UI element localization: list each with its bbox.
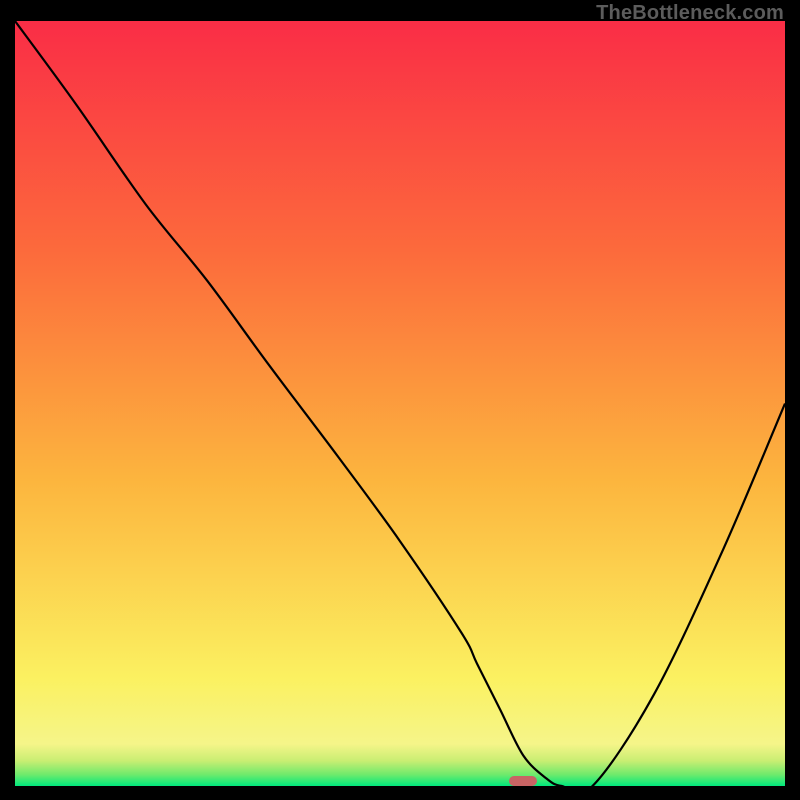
- bottleneck-curve: [15, 21, 785, 786]
- chart-stage: TheBottleneck.com: [0, 0, 800, 800]
- watermark-text: TheBottleneck.com: [596, 2, 784, 25]
- optimal-marker: [509, 776, 537, 786]
- plot-area: [15, 21, 785, 786]
- curve-layer: [15, 21, 785, 786]
